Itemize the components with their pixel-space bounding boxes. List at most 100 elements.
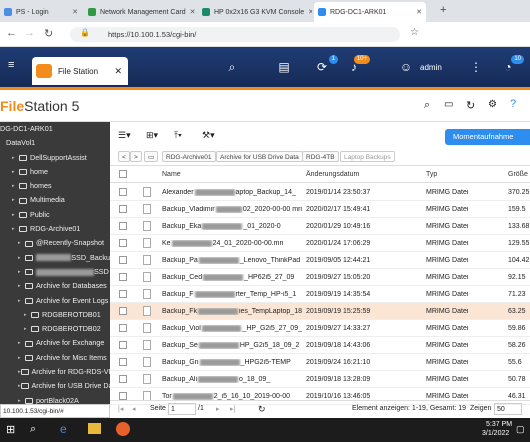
- col-type[interactable]: Typ: [426, 171, 437, 178]
- expand-icon[interactable]: ▸: [18, 251, 25, 265]
- tasks-icon[interactable]: ⟳ 1: [312, 55, 338, 77]
- row-checkbox[interactable]: [119, 205, 127, 213]
- forward-button[interactable]: >: [130, 151, 142, 162]
- tree-item[interactable]: ▸ Multimedia: [0, 193, 110, 207]
- close-tab-icon[interactable]: ✕: [186, 8, 196, 16]
- row-checkbox[interactable]: [119, 256, 127, 264]
- table-row[interactable]: Backup_Ced _HP62i5_27_09 2019/09/27 15:05:…: [110, 269, 530, 286]
- col-size[interactable]: Größe: [508, 171, 528, 178]
- media-icon[interactable]: ▭: [444, 99, 453, 110]
- file-station-tab[interactable]: File Station ✕: [32, 57, 128, 85]
- tree-item[interactable]: ▸ home: [0, 165, 110, 179]
- select-all-checkbox[interactable]: [119, 170, 127, 178]
- tree-item[interactable]: ▸ RDG-Archive01: [0, 222, 110, 236]
- close-tab-icon[interactable]: ✕: [114, 66, 122, 77]
- row-checkbox[interactable]: [119, 392, 127, 400]
- list-view-icon[interactable]: ☰▾: [118, 130, 131, 141]
- row-checkbox[interactable]: [119, 188, 127, 196]
- close-tab-icon[interactable]: ✕: [68, 8, 78, 16]
- lock-icon[interactable]: 🔒: [80, 28, 90, 37]
- tree-item[interactable]: DataVol1: [0, 136, 110, 150]
- refresh-icon[interactable]: ↻: [258, 404, 266, 415]
- expand-icon[interactable]: ▸: [24, 308, 31, 322]
- close-tab-icon[interactable]: ✕: [304, 8, 312, 16]
- table-row[interactable]: Backup_Fk ies_TempLaptop_18 2019/09/19 15:…: [110, 303, 530, 320]
- tree-item[interactable]: ▸ Archive for Misc Items: [0, 351, 110, 365]
- col-name[interactable]: Name: [162, 171, 181, 178]
- breadcrumb-item[interactable]: RDG-Archive01: [162, 151, 216, 162]
- row-checkbox[interactable]: [119, 324, 127, 332]
- browser-tab[interactable]: Network Management Card ✕: [84, 2, 196, 22]
- row-checkbox[interactable]: [119, 273, 127, 281]
- help-icon[interactable]: ?: [510, 98, 516, 110]
- bell-icon[interactable]: ♪ 10+: [344, 55, 370, 77]
- gear-icon[interactable]: ⚙: [488, 99, 497, 110]
- row-checkbox[interactable]: [119, 341, 127, 349]
- tree-item[interactable]: ▸ Archive for Exchange: [0, 336, 110, 350]
- first-page-icon[interactable]: |◂: [118, 405, 123, 413]
- dashboard-icon[interactable]: ◔ 10: [498, 55, 524, 77]
- tree-item[interactable]: ▸ Archive for USB Drive Da: [0, 379, 110, 393]
- firefox-icon[interactable]: [116, 422, 130, 436]
- url-input[interactable]: https://10.100.1.53/cgi-bin/: [70, 27, 400, 42]
- search-icon[interactable]: ⌕: [222, 57, 242, 77]
- new-folder-icon[interactable]: ⊞▾: [146, 130, 158, 141]
- storage-icon[interactable]: ▤: [274, 57, 294, 77]
- forward-icon[interactable]: →: [24, 27, 35, 39]
- new-tab-icon[interactable]: +: [440, 4, 446, 16]
- upload-icon[interactable]: ⤒▾: [174, 130, 182, 141]
- table-row[interactable]: Ke 24_01_2020-00-00.mri 2020/01/24 17:06:2…: [110, 235, 530, 252]
- per-page-select[interactable]: 50: [494, 403, 522, 415]
- row-checkbox[interactable]: [119, 239, 127, 247]
- row-checkbox[interactable]: [119, 290, 127, 298]
- windows-icon[interactable]: ⊞: [6, 423, 15, 436]
- tree-item[interactable]: ▸ @Recently-Snapshot: [0, 236, 110, 250]
- expand-icon[interactable]: ▸: [12, 179, 19, 193]
- tree-item[interactable]: ▸ Archive for Databases: [0, 279, 110, 293]
- expand-icon[interactable]: ▸: [24, 322, 31, 336]
- row-checkbox[interactable]: [119, 222, 127, 230]
- tree-item[interactable]: ▸ RDGBEROTDB01: [0, 308, 110, 322]
- search-icon[interactable]: ⌕: [30, 423, 36, 436]
- expand-icon[interactable]: ▸: [12, 222, 19, 236]
- table-row[interactable]: Backup_Ali o_18_09_ 2019/09/18 13:28:09 MRI…: [110, 371, 530, 388]
- user-name[interactable]: admin: [420, 63, 442, 72]
- table-row[interactable]: Backup_Pa _Lenovo_ThinkPad 2019/09/05 12:4…: [110, 252, 530, 269]
- search-icon[interactable]: ⌕: [424, 99, 430, 112]
- folder-icon[interactable]: ▭: [144, 151, 159, 162]
- table-row[interactable]: Alexander aptop_Backup_14_ 2019/01/14 23:5…: [110, 184, 530, 201]
- page-input[interactable]: 1: [168, 403, 196, 415]
- tree-item[interactable]: ▸ SSD_Backu: [0, 251, 110, 265]
- tree-item[interactable]: ▸ Public: [0, 208, 110, 222]
- tree-item[interactable]: ▸ SSD: [0, 265, 110, 279]
- back-icon[interactable]: ←: [6, 27, 17, 39]
- table-row[interactable]: Backup_Eka _01_2020-0 2020/01/29 10:49:16 M…: [110, 218, 530, 235]
- expand-icon[interactable]: ▸: [18, 265, 25, 279]
- col-date[interactable]: Änderungsdatum: [306, 171, 359, 178]
- expand-icon[interactable]: ▸: [18, 294, 25, 308]
- reload-icon[interactable]: ↻: [44, 27, 53, 40]
- row-checkbox[interactable]: [119, 375, 127, 383]
- notifications-icon[interactable]: ▢: [516, 424, 525, 435]
- expand-icon[interactable]: ▸: [12, 151, 19, 165]
- back-button[interactable]: <: [118, 151, 130, 162]
- breadcrumb-item[interactable]: RDG-4TB: [302, 151, 339, 162]
- expand-icon[interactable]: ▸: [18, 351, 25, 365]
- refresh-icon[interactable]: ↻: [466, 99, 475, 112]
- row-checkbox[interactable]: [119, 358, 127, 366]
- row-checkbox[interactable]: [119, 307, 127, 315]
- browser-tab[interactable]: HP 0x2x16 G3 KVM Console ✕: [198, 2, 312, 22]
- table-row[interactable]: Backup_F rter_Temp_HP-i5_1 2019/09/19 14:3…: [110, 286, 530, 303]
- tree-item[interactable]: ▸ Archive for Event Logs: [0, 294, 110, 308]
- table-row[interactable]: Backup_Vladimir 02_2020-00-00 mri 2020/02/…: [110, 201, 530, 218]
- table-row[interactable]: Backup_Viol _HP_G2i5_27_09_ 2019/09/27 14:…: [110, 320, 530, 337]
- user-icon[interactable]: ☺: [396, 57, 416, 77]
- explorer-icon[interactable]: [88, 423, 101, 434]
- table-row[interactable]: Backup_Gn _HPG2i5-TEMP 2019/09/24 16:21:10…: [110, 354, 530, 371]
- tree-item[interactable]: ▸ DellSupportAssist: [0, 151, 110, 165]
- browser-tab[interactable]: PS - Login ✕: [0, 2, 82, 22]
- breadcrumb-item[interactable]: Laptop Backups: [340, 151, 395, 162]
- star-icon[interactable]: ☆: [410, 27, 419, 38]
- prev-page-icon[interactable]: ◂: [132, 405, 136, 413]
- last-page-icon[interactable]: ▸|: [230, 405, 235, 413]
